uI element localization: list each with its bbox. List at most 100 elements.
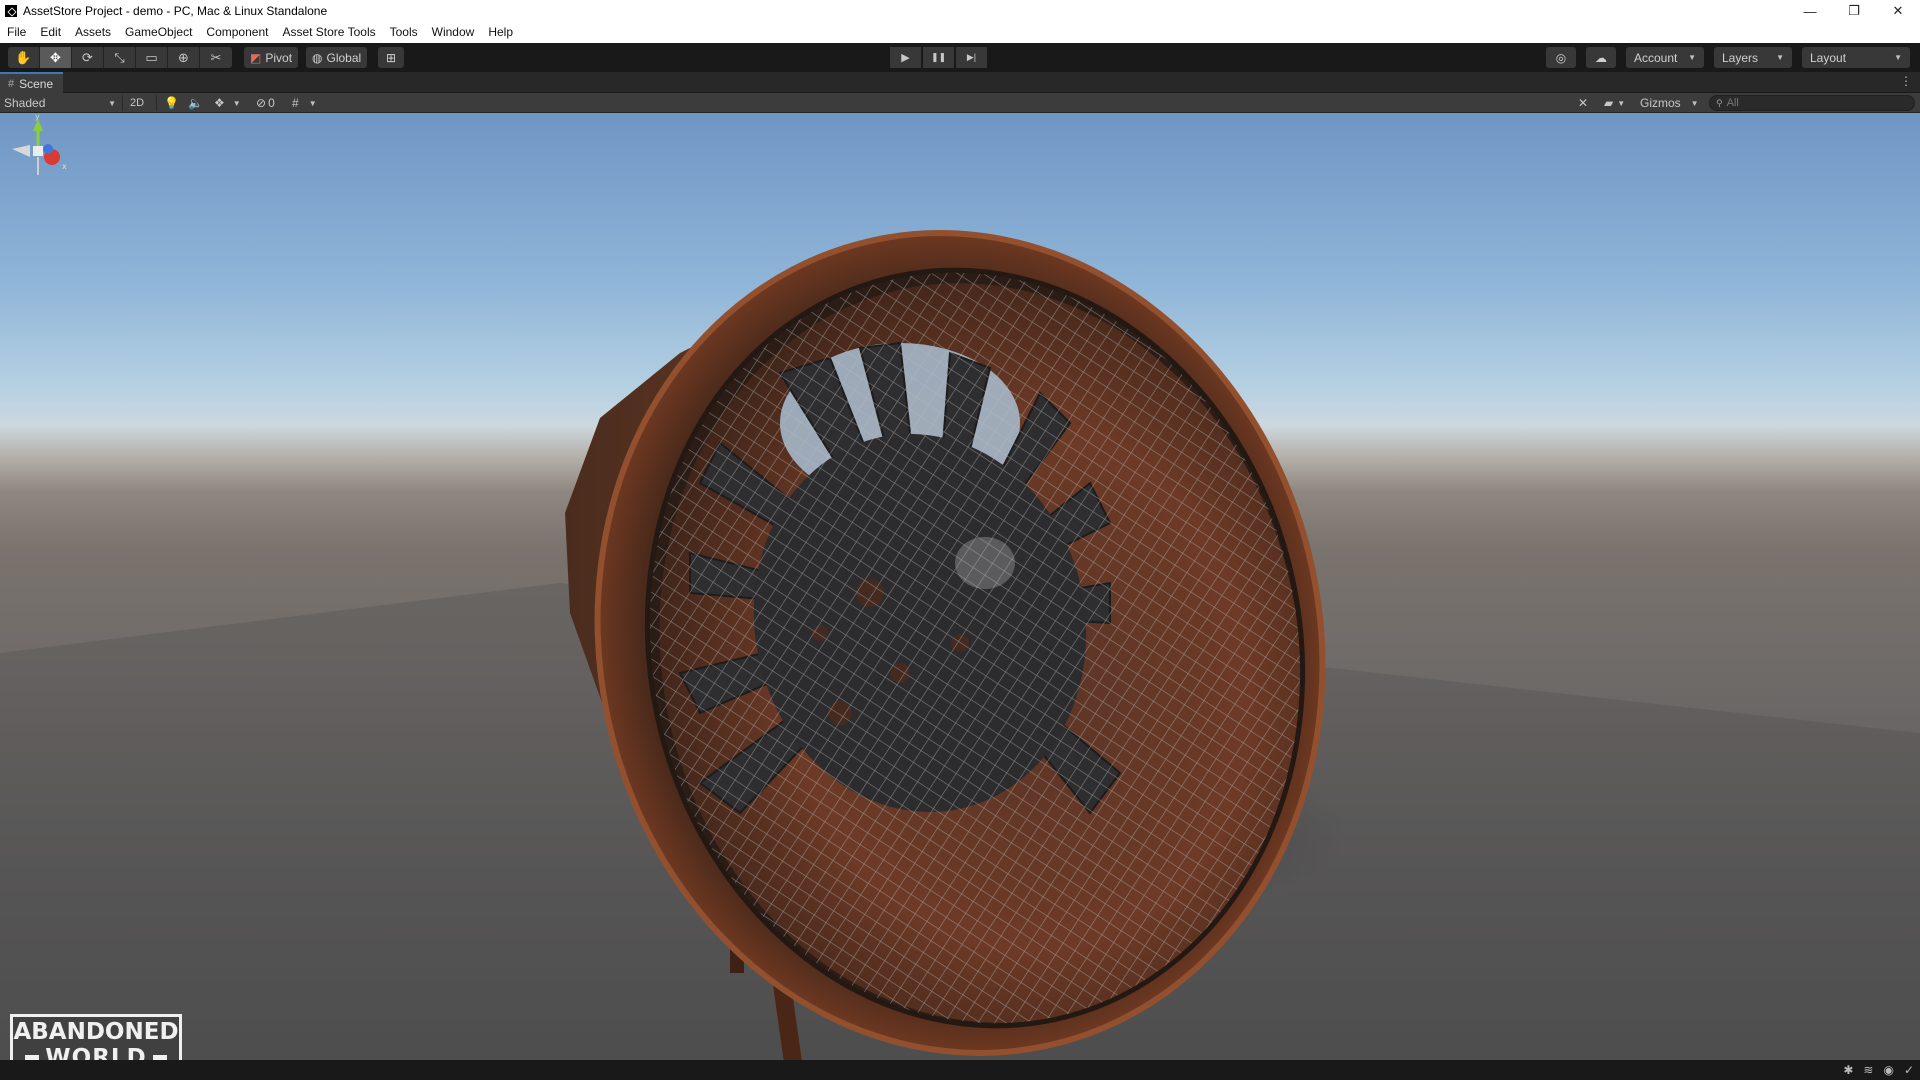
restore-button[interactable]: ❐ bbox=[1832, 0, 1876, 22]
hand-tool-icon[interactable]: ✋ bbox=[8, 47, 40, 68]
collab-button[interactable]: ◎ bbox=[1546, 47, 1576, 68]
pivot-icon: ◩ bbox=[250, 50, 262, 65]
close-button[interactable]: ✕ bbox=[1876, 0, 1920, 22]
layers-status-icon[interactable]: ≋ bbox=[1863, 1063, 1873, 1077]
network-icon[interactable]: ◉ bbox=[1883, 1063, 1893, 1077]
pivot-label: Pivot bbox=[265, 50, 293, 65]
grid-icon: # bbox=[292, 96, 299, 110]
cloud-button[interactable]: ☁ bbox=[1586, 47, 1616, 68]
layout-dropdown[interactable]: Layout ▼ bbox=[1802, 47, 1910, 68]
scene-toolbar: Shaded ▼ 2D 💡 🔈 ❖ ▼ ⊘ 0 # ▼ ✕ ▰ ▼ Gizmos… bbox=[0, 93, 1920, 113]
camera-icon: ▰ bbox=[1604, 96, 1614, 110]
chevron-down-icon: ▼ bbox=[1894, 53, 1902, 62]
chevron-down-icon: ▼ bbox=[1776, 53, 1784, 62]
layers-label: Layers bbox=[1722, 50, 1759, 65]
grid-snap-icon: ⊞ bbox=[385, 50, 397, 65]
menu-tools[interactable]: Tools bbox=[383, 22, 425, 43]
playback-controls: ▶ ❚❚ ▶| bbox=[890, 47, 987, 68]
menu-window[interactable]: Window bbox=[425, 22, 482, 43]
gizmo-y-label: y bbox=[35, 113, 40, 121]
logo-line1: ABANDONED bbox=[13, 1018, 179, 1045]
2d-label: 2D bbox=[130, 97, 145, 109]
unity-icon bbox=[5, 5, 17, 17]
gizmo-x-label: x bbox=[62, 162, 67, 171]
lightbulb-icon: 💡 bbox=[164, 96, 179, 110]
orientation-gizmo[interactable]: y x bbox=[0, 113, 70, 213]
chevron-down-icon: ▼ bbox=[308, 98, 317, 108]
layers-dropdown[interactable]: Layers ▼ bbox=[1714, 47, 1792, 68]
check-icon[interactable]: ✓ bbox=[1904, 1063, 1914, 1077]
search-placeholder: All bbox=[1726, 97, 1739, 109]
gizmos-dropdown[interactable]: Gizmos ▼ bbox=[1640, 94, 1699, 112]
hidden-count: 0 bbox=[268, 96, 275, 110]
menu-asset-store-tools[interactable]: Asset Store Tools bbox=[275, 22, 382, 43]
panel-menu-icon[interactable]: ⋮ bbox=[1900, 75, 1912, 87]
scene-grid-icon: # bbox=[8, 77, 15, 90]
custom-tool-icon[interactable]: ✂ bbox=[200, 47, 232, 68]
tools-toggle[interactable]: ✕ bbox=[1578, 94, 1588, 112]
hidden-objects-toggle[interactable]: ⊘ 0 bbox=[256, 94, 275, 112]
chevron-down-icon: ▼ bbox=[1690, 98, 1699, 108]
transform-tools: ✋ ✥ ⟳ ⤡ ▭ ⊕ ✂ bbox=[8, 47, 232, 68]
effects-icon: ❖ bbox=[214, 96, 225, 110]
minimize-button[interactable]: — bbox=[1788, 0, 1832, 22]
account-label: Account bbox=[1634, 50, 1678, 65]
grid-dropdown[interactable]: # ▼ bbox=[292, 94, 317, 112]
search-icon: ⚲ bbox=[1716, 97, 1723, 108]
chevron-down-icon: ▼ bbox=[1688, 53, 1696, 62]
divider bbox=[156, 95, 157, 111]
window-controls: — ❐ ✕ bbox=[1788, 0, 1920, 22]
status-bar: ✱ ≋ ◉ ✓ bbox=[0, 1060, 1920, 1080]
chevron-down-icon: ▼ bbox=[232, 98, 241, 108]
main-toolbar: ✋ ✥ ⟳ ⤡ ▭ ⊕ ✂ ◩ Pivot ◍ Global ⊞ ▶ ❚❚ ▶|… bbox=[0, 43, 1920, 72]
menu-gameobject[interactable]: GameObject bbox=[118, 22, 199, 43]
tab-scene-label: Scene bbox=[19, 76, 54, 91]
scene-viewport[interactable]: y x bbox=[0, 113, 1920, 1060]
shading-mode-dropdown[interactable]: Shaded ▼ bbox=[4, 94, 118, 112]
divider bbox=[122, 95, 123, 111]
scene-search[interactable]: ⚲ All bbox=[1709, 95, 1915, 111]
scene-render bbox=[0, 230, 1920, 1060]
2d-toggle[interactable]: 2D bbox=[130, 94, 144, 112]
account-dropdown[interactable]: Account ▼ bbox=[1626, 47, 1704, 68]
title-bar: AssetStore Project - demo - PC, Mac & Li… bbox=[0, 0, 1920, 22]
chevron-down-icon: ▼ bbox=[1617, 98, 1626, 108]
global-toggle[interactable]: ◍ Global bbox=[306, 47, 368, 68]
menu-bar: File Edit Assets GameObject Component As… bbox=[0, 22, 1920, 43]
tab-scene[interactable]: # Scene bbox=[0, 72, 64, 93]
step-button[interactable]: ▶| bbox=[956, 47, 987, 68]
menu-assets[interactable]: Assets bbox=[68, 22, 118, 43]
shading-mode-label: Shaded bbox=[4, 96, 46, 110]
collab-icon: ◎ bbox=[1555, 50, 1567, 65]
global-label: Global bbox=[326, 50, 362, 65]
scene-tab-row: # Scene ⋮ bbox=[0, 72, 1920, 93]
play-button[interactable]: ▶ bbox=[890, 47, 921, 68]
debug-icon[interactable]: ✱ bbox=[1843, 1063, 1853, 1077]
tools-icon: ✕ bbox=[1578, 96, 1589, 110]
transform-tool-icon[interactable]: ⊕ bbox=[168, 47, 200, 68]
scale-tool-icon[interactable]: ⤡ bbox=[104, 47, 136, 68]
eye-slash-icon: ⊘ bbox=[256, 96, 267, 110]
lighting-toggle[interactable]: 💡 bbox=[164, 94, 179, 112]
rect-tool-icon[interactable]: ▭ bbox=[136, 47, 168, 68]
rotate-tool-icon[interactable]: ⟳ bbox=[72, 47, 104, 68]
status-icons: ✱ ≋ ◉ ✓ bbox=[1843, 1063, 1914, 1077]
menu-file[interactable]: File bbox=[0, 22, 33, 43]
chevron-down-icon: ▼ bbox=[108, 98, 116, 108]
cloud-icon: ☁ bbox=[1595, 50, 1607, 65]
window-title: AssetStore Project - demo - PC, Mac & Li… bbox=[23, 4, 328, 18]
move-tool-icon[interactable]: ✥ bbox=[40, 47, 72, 68]
camera-dropdown[interactable]: ▰ ▼ bbox=[1604, 94, 1625, 112]
menu-edit[interactable]: Edit bbox=[33, 22, 68, 43]
speaker-icon: 🔈 bbox=[188, 96, 203, 110]
layout-label: Layout bbox=[1810, 50, 1847, 65]
gizmos-label: Gizmos bbox=[1640, 96, 1681, 110]
grid-snap-button[interactable]: ⊞ bbox=[378, 47, 404, 68]
effects-dropdown[interactable]: ❖ ▼ bbox=[214, 94, 241, 112]
menu-help[interactable]: Help bbox=[481, 22, 520, 43]
globe-icon: ◍ bbox=[312, 50, 323, 65]
pause-button[interactable]: ❚❚ bbox=[923, 47, 954, 68]
audio-toggle[interactable]: 🔈 bbox=[188, 94, 203, 112]
menu-component[interactable]: Component bbox=[199, 22, 275, 43]
pivot-toggle[interactable]: ◩ Pivot bbox=[244, 47, 299, 68]
